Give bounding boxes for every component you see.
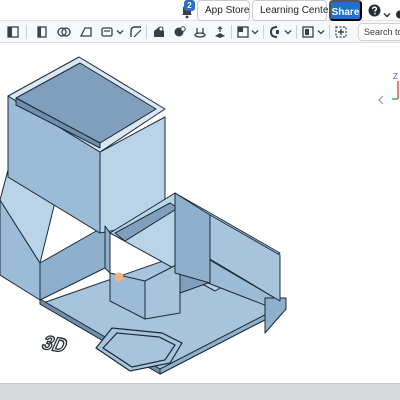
pen-holder-3d-model: 3D [0, 56, 287, 375]
extrude-icon[interactable] [35, 25, 49, 39]
origin-marker [114, 272, 124, 282]
help-chevron-down-icon[interactable] [383, 6, 391, 18]
toolbar-separator [231, 25, 232, 39]
3d-logo-text: 3D [39, 333, 71, 358]
3d-viewport[interactable]: 3D Z [0, 43, 400, 383]
notification-count-badge: 2 [184, 0, 195, 11]
plane-icon[interactable] [236, 25, 250, 39]
revolve-icon[interactable] [57, 25, 71, 39]
shell-icon[interactable] [152, 25, 166, 39]
help-icon[interactable] [368, 4, 381, 17]
fillet-icon[interactable] [129, 25, 143, 39]
loft-icon[interactable] [100, 25, 114, 39]
search-tools-input[interactable]: Search tools [358, 23, 400, 41]
sweep-icon[interactable] [79, 25, 93, 39]
svg-text:Z: Z [393, 72, 398, 81]
cad-toolbar: Search tools [0, 21, 400, 43]
share-button[interactable]: Share [329, 0, 362, 21]
hole-icon[interactable] [193, 25, 207, 39]
toolbar-separator [329, 25, 330, 39]
view-rotate-left-icon[interactable] [376, 92, 386, 105]
3d-logo-emblem: 3D [38, 327, 183, 372]
toolbar-separator [263, 25, 264, 39]
mirror-icon[interactable] [268, 25, 282, 39]
loft-chevron-down-icon[interactable] [116, 25, 130, 39]
top-header: 2 App Store Learning Center Share [0, 0, 400, 21]
view-cube-icon[interactable]: Z [388, 71, 400, 101]
draft-icon[interactable] [173, 25, 187, 39]
learning-center-button[interactable]: Learning Center [252, 0, 332, 21]
bottom-tab-strip [0, 383, 400, 400]
toolbar-separator [296, 25, 297, 39]
pattern-icon[interactable] [301, 25, 315, 39]
insert-icon[interactable] [334, 25, 348, 39]
app-store-button[interactable]: App Store [197, 0, 250, 21]
sketch-icon[interactable] [6, 25, 20, 39]
toolbar-separator [26, 25, 27, 39]
user-avatar-icon[interactable] [394, 6, 400, 19]
toolbar-separator [146, 25, 147, 39]
thicken-icon[interactable] [213, 25, 227, 39]
